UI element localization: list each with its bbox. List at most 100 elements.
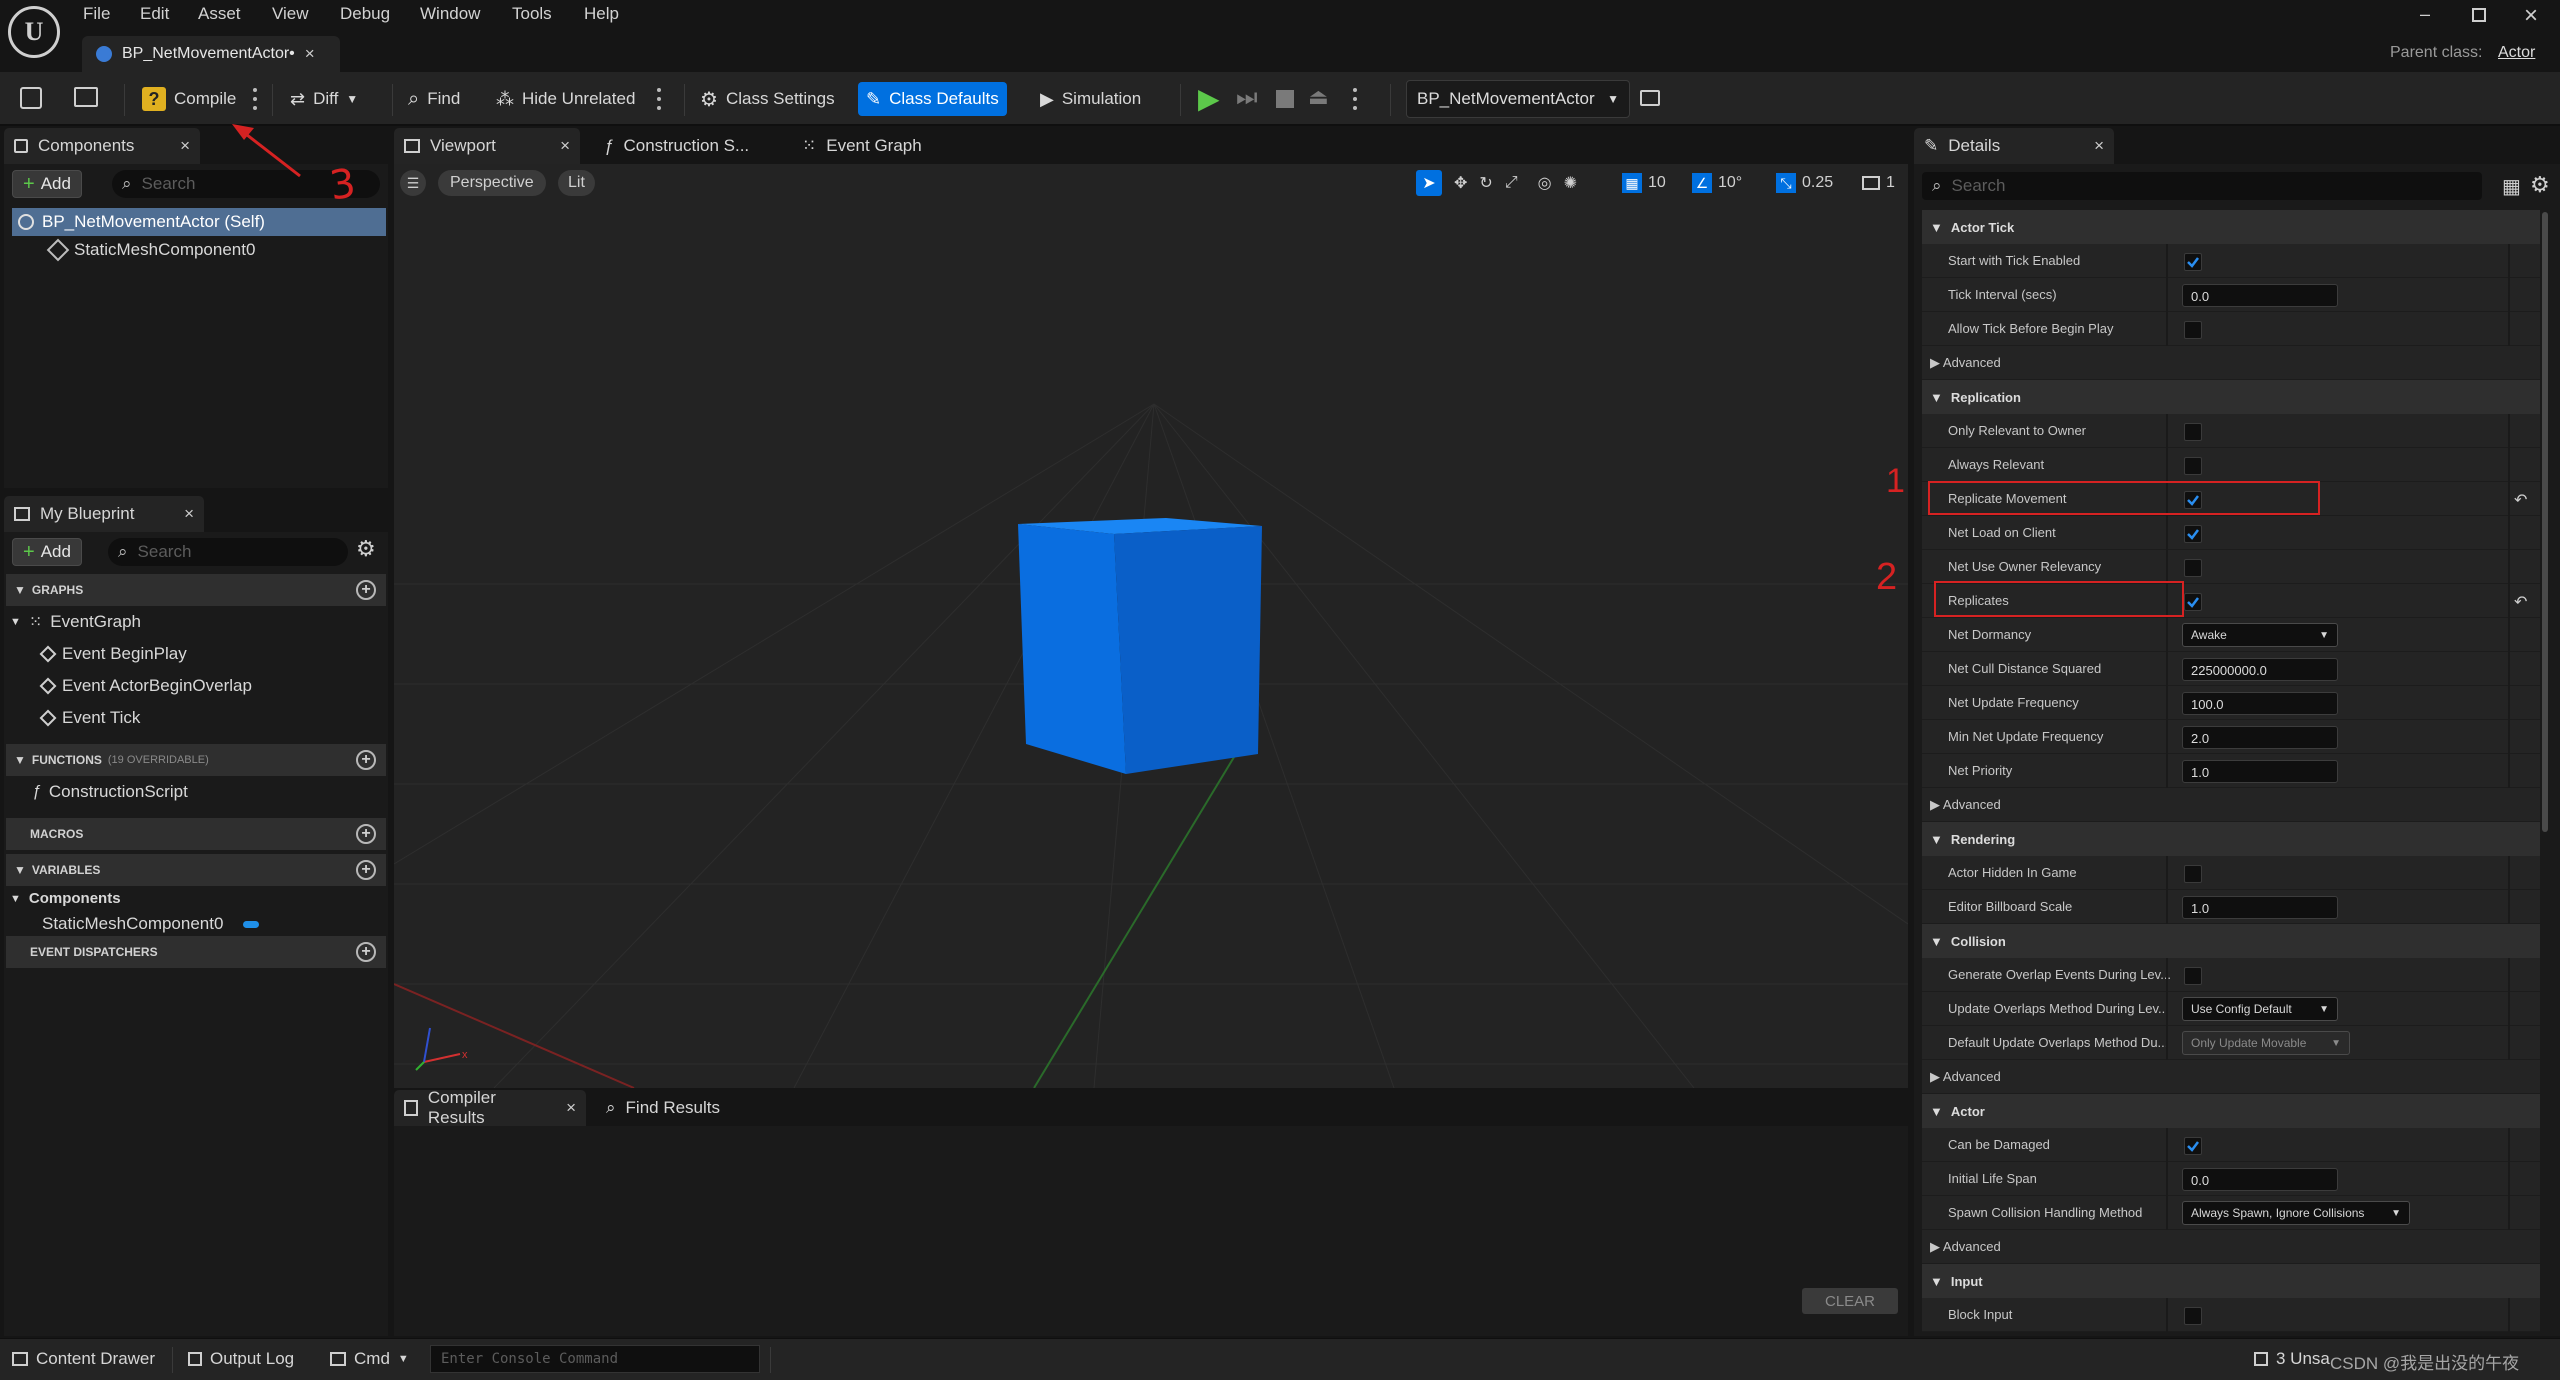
add-macro-icon[interactable]: + [356, 824, 376, 844]
checkbox-unchecked[interactable] [2184, 457, 2202, 475]
tab-components[interactable]: Components × [4, 128, 200, 164]
add-variable-icon[interactable]: + [356, 860, 376, 880]
eject-icon[interactable]: ⏏ [1308, 84, 1329, 110]
property-matrix-icon[interactable]: ▦ [2502, 174, 2521, 199]
close-icon[interactable]: × [560, 136, 570, 156]
checkbox-unchecked[interactable] [2184, 321, 2202, 339]
close-icon[interactable]: × [184, 504, 194, 524]
add-function-icon[interactable]: + [356, 750, 376, 770]
construction-script-item[interactable]: ƒ ConstructionScript [32, 782, 188, 802]
checkbox-unchecked[interactable] [2184, 967, 2202, 985]
variables-header[interactable]: ▼ VARIABLES + [6, 854, 386, 886]
document-tab[interactable]: BP_NetMovementActor• × [82, 36, 340, 72]
event-beginplay-item[interactable]: Event BeginPlay [39, 644, 187, 664]
add-member-button[interactable]: + Add [12, 538, 82, 566]
menu-file[interactable]: File [83, 4, 110, 24]
hide-unrelated-button[interactable]: ⁂ Hide Unrelated [488, 82, 643, 116]
details-scrollbar[interactable] [2542, 212, 2548, 832]
scale-icon[interactable]: ⤢ [1505, 174, 1518, 192]
console-input[interactable]: Enter Console Command [430, 1345, 760, 1373]
checkbox-unchecked[interactable] [2184, 559, 2202, 577]
camera-speed-button[interactable]: 1 [1862, 170, 1895, 196]
simulation-button[interactable]: ▶ Simulation [1032, 82, 1149, 116]
tab-viewport[interactable]: Viewport × [394, 128, 580, 164]
viewport-menu-icon[interactable]: ☰ [400, 170, 426, 196]
cube-mesh[interactable] [1006, 514, 1266, 776]
net-cull-input[interactable]: 225000000.0 [2182, 658, 2338, 681]
grid-snap-button[interactable]: ▦ 10 [1622, 170, 1666, 196]
menu-view[interactable]: View [272, 4, 309, 24]
checkbox-checked[interactable] [2184, 1137, 2202, 1155]
viewport[interactable]: ☰ Perspective Lit ➤ ✥ ↻ ⤢ ◎ ✺ ▦ 10 ∠ 10°… [394, 164, 1908, 1088]
stop-icon[interactable] [1276, 90, 1294, 108]
prop-advanced[interactable]: ▶ Advanced [1922, 788, 2540, 822]
menu-tools[interactable]: Tools [512, 4, 552, 24]
tab-details[interactable]: ✎ Details × [1914, 128, 2114, 164]
play-icon[interactable]: ▶ [1198, 82, 1220, 115]
component-self[interactable]: BP_NetMovementActor (Self) [12, 208, 386, 236]
compile-button[interactable]: ? Compile [134, 82, 244, 116]
variable-static-mesh[interactable]: StaticMeshComponent0 [42, 914, 260, 934]
find-button[interactable]: ⌕ Find [400, 82, 468, 116]
checkbox-unchecked[interactable] [2184, 865, 2202, 883]
my-blueprint-search-input[interactable]: ⌕ Search [108, 538, 348, 566]
window-close-icon[interactable]: × [2524, 2, 2538, 30]
content-drawer-button[interactable]: Content Drawer [12, 1349, 155, 1369]
save-icon[interactable] [20, 87, 42, 109]
add-dispatcher-icon[interactable]: + [356, 942, 376, 962]
prop-advanced[interactable]: ▶ Advanced [1922, 1060, 2540, 1094]
section-input[interactable]: ▼ Input [1922, 1264, 2540, 1298]
close-icon[interactable]: × [305, 44, 315, 64]
unreal-logo-icon[interactable]: U [8, 6, 60, 58]
section-actor-tick[interactable]: ▼ Actor Tick [1922, 210, 2540, 244]
tab-compiler-results[interactable]: Compiler Results × [394, 1088, 586, 1127]
spawn-collision-dropdown[interactable]: Always Spawn, Ignore Collisions ▼ [2182, 1201, 2410, 1225]
translate-icon[interactable]: ✥ [1454, 173, 1467, 193]
reset-to-default-icon[interactable]: ↶ [2514, 592, 2527, 612]
event-dispatchers-header[interactable]: EVENT DISPATCHERS + [6, 936, 386, 968]
menu-debug[interactable]: Debug [340, 4, 390, 24]
net-dormancy-dropdown[interactable]: Awake ▼ [2182, 623, 2338, 647]
restore-icon[interactable] [2472, 8, 2486, 22]
prop-advanced[interactable]: ▶ Advanced [1922, 1230, 2540, 1264]
tab-construction-script[interactable]: ƒ Construction S... [594, 128, 749, 164]
rotate-icon[interactable]: ↻ [1479, 173, 1492, 193]
event-actorbeginoverlap-item[interactable]: Event ActorBeginOverlap [39, 676, 252, 696]
menu-help[interactable]: Help [584, 4, 619, 24]
checkbox-unchecked[interactable] [2184, 423, 2202, 441]
menu-window[interactable]: Window [420, 4, 480, 24]
clear-button[interactable]: CLEAR [1802, 1288, 1898, 1314]
update-overlaps-dropdown[interactable]: Use Config Default ▼ [2182, 997, 2338, 1021]
component-static-mesh[interactable]: StaticMeshComponent0 [46, 238, 255, 262]
section-replication[interactable]: ▼ Replication [1922, 380, 2540, 414]
unsaved-button[interactable]: 3 Unsa [2254, 1349, 2330, 1369]
section-actor[interactable]: ▼ Actor [1922, 1094, 2540, 1128]
play-options-icon[interactable] [1352, 88, 1358, 110]
tab-event-graph[interactable]: ⁙ Event Graph [792, 128, 922, 164]
life-span-input[interactable]: 0.0 [2182, 1168, 2338, 1191]
checkbox-checked[interactable] [2184, 593, 2202, 611]
menu-edit[interactable]: Edit [140, 4, 169, 24]
close-icon[interactable]: × [566, 1098, 576, 1118]
perspective-button[interactable]: Perspective [438, 170, 546, 196]
event-tick-item[interactable]: Event Tick [39, 708, 140, 728]
class-settings-button[interactable]: ⚙ Class Settings [692, 82, 843, 116]
surface-snap-icon[interactable]: ✺ [1564, 173, 1577, 193]
prop-advanced[interactable]: ▶ Advanced [1922, 346, 2540, 380]
min-net-update-input[interactable]: 2.0 [2182, 726, 2338, 749]
diff-button[interactable]: ⇄ Diff ▼ [282, 82, 366, 116]
debug-object-dropdown[interactable]: BP_NetMovementActor ▼ [1406, 80, 1630, 118]
tick-interval-input[interactable]: 0.0 [2182, 284, 2338, 307]
reset-to-default-icon[interactable]: ↶ [2514, 490, 2527, 510]
details-search-input[interactable]: ⌕ Search [1922, 172, 2482, 200]
add-graph-icon[interactable]: + [356, 580, 376, 600]
browse-icon[interactable] [74, 87, 98, 107]
tab-my-blueprint[interactable]: My Blueprint × [4, 496, 204, 532]
event-graph-item[interactable]: ▼ ⁙ EventGraph [10, 612, 141, 632]
rotation-snap-button[interactable]: ∠ 10° [1692, 170, 1742, 196]
compile-options-icon[interactable] [252, 88, 258, 110]
functions-header[interactable]: ▼ FUNCTIONS (19 OVERRIDABLE) + [6, 744, 386, 776]
checkbox-unchecked[interactable] [2184, 1307, 2202, 1325]
hide-unrelated-options-icon[interactable] [656, 88, 662, 110]
menu-asset[interactable]: Asset [198, 4, 241, 24]
